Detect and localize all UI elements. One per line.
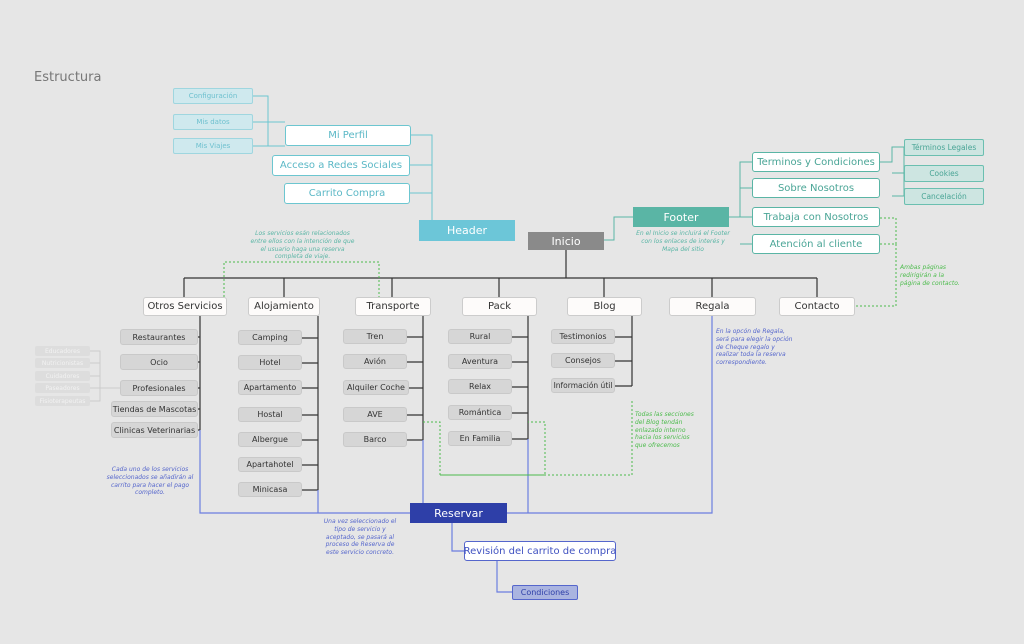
- node-ave[interactable]: AVE: [343, 407, 407, 422]
- node-redes-sociales[interactable]: Acceso a Redes Sociales: [272, 155, 410, 176]
- node-albergue[interactable]: Albergue: [238, 432, 302, 447]
- node-rural[interactable]: Rural: [448, 329, 512, 344]
- node-transporte[interactable]: Transporte: [355, 297, 431, 316]
- node-tren[interactable]: Tren: [343, 329, 407, 344]
- node-reservar[interactable]: Reservar: [410, 503, 507, 523]
- node-barco[interactable]: Barco: [343, 432, 407, 447]
- footer-note: En el Inicio se incluirá el Footer con l…: [636, 230, 730, 253]
- node-alquiler-coche[interactable]: Alquiler Coche: [343, 380, 409, 395]
- node-cancelacion[interactable]: Cancelación: [904, 188, 984, 205]
- node-ocio[interactable]: Ocio: [120, 354, 198, 370]
- services-note: Los servicios esán relacionados entre el…: [250, 230, 355, 261]
- node-regala[interactable]: Regala: [669, 297, 756, 316]
- node-educadores[interactable]: Educadores: [35, 346, 90, 356]
- node-minicasa[interactable]: Minicasa: [238, 482, 302, 497]
- node-consejos[interactable]: Consejos: [551, 353, 615, 368]
- node-condiciones[interactable]: Condiciones: [512, 585, 578, 600]
- node-terminos-legales[interactable]: Términos Legales: [904, 139, 984, 156]
- node-mis-datos[interactable]: Mis datos: [173, 114, 253, 130]
- node-camping[interactable]: Camping: [238, 330, 302, 345]
- node-sobre-nosotros[interactable]: Sobre Nosotros: [752, 178, 880, 198]
- node-atencion[interactable]: Atención al cliente: [752, 234, 880, 254]
- node-mi-perfil[interactable]: Mi Perfil: [285, 125, 411, 146]
- carrito-note: Cada uno de los servicios seleccionados …: [106, 466, 194, 497]
- blog-note: Todas las secciones del Blog tendán enla…: [635, 411, 694, 450]
- node-configuracion[interactable]: Configuración: [173, 88, 253, 104]
- node-trabaja[interactable]: Trabaja con Nosotros: [752, 207, 880, 227]
- node-header[interactable]: Header: [419, 220, 515, 241]
- node-tiendas-mascotas[interactable]: Tiendas de Mascotas: [111, 401, 198, 417]
- node-blog[interactable]: Blog: [567, 297, 642, 316]
- node-relax[interactable]: Relax: [448, 379, 512, 394]
- node-profesionales[interactable]: Profesionales: [120, 380, 198, 396]
- node-hostal[interactable]: Hostal: [238, 407, 302, 422]
- node-avion[interactable]: Avión: [343, 354, 407, 369]
- node-alojamiento[interactable]: Alojamiento: [248, 297, 320, 316]
- node-restaurantes[interactable]: Restaurantes: [120, 329, 198, 345]
- node-apartahotel[interactable]: Apartahotel: [238, 457, 302, 472]
- node-en-familia[interactable]: En Familia: [448, 431, 512, 446]
- node-nutricionistas[interactable]: Nutricionistas: [35, 358, 90, 368]
- node-romantica[interactable]: Romántica: [448, 405, 512, 420]
- node-pack[interactable]: Pack: [462, 297, 537, 316]
- node-cookies[interactable]: Cookies: [904, 165, 984, 182]
- node-hotel[interactable]: Hotel: [238, 355, 302, 370]
- node-terminos[interactable]: Terminos y Condiciones: [752, 152, 880, 172]
- node-informacion-util[interactable]: Información útil: [551, 378, 615, 393]
- node-contacto[interactable]: Contacto: [779, 297, 855, 316]
- reserva-note: Una vez seleccionado el tipo de servicio…: [323, 518, 397, 557]
- node-cuidadores[interactable]: Cuidadores: [35, 371, 90, 381]
- node-testimonios[interactable]: Testimonios: [551, 329, 615, 344]
- page-title: Estructura: [34, 70, 102, 85]
- regala-note: En la opcón de Regala, será para elegir …: [716, 328, 793, 367]
- node-aventura[interactable]: Aventura: [448, 354, 512, 369]
- node-apartamento[interactable]: Apartamento: [238, 380, 302, 395]
- node-footer[interactable]: Footer: [633, 207, 729, 227]
- node-otros-servicios[interactable]: Otros Servicios: [143, 297, 227, 316]
- node-carrito-compra[interactable]: Carrito Compra: [284, 183, 410, 204]
- node-mis-viajes[interactable]: Mis Viajes: [173, 138, 253, 154]
- node-paseadores[interactable]: Paseadores: [35, 383, 90, 393]
- node-clinicas[interactable]: Clinicas Veterinarias: [111, 422, 198, 438]
- node-fisioterapeutas[interactable]: Fisioterapeutas: [35, 396, 90, 406]
- node-inicio[interactable]: Inicio: [528, 232, 604, 250]
- node-revision-carrito[interactable]: Revisión del carrito de compra: [464, 541, 616, 561]
- contact-note: Ambas páginas redirigirán a la página de…: [900, 264, 960, 287]
